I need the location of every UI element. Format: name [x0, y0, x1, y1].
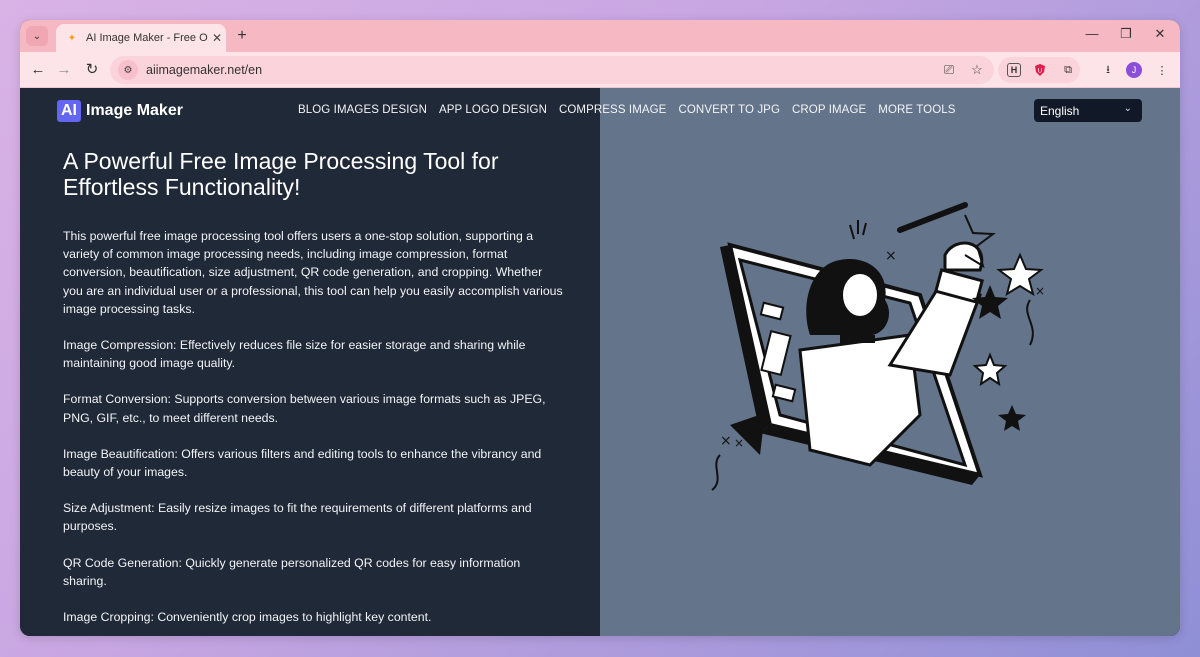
cast-icon[interactable]: ⎚	[938, 62, 960, 78]
site-info-icon[interactable]: ⚙	[118, 60, 138, 80]
tab-title: AI Image Maker - Free Online D	[86, 32, 208, 44]
feature-format-conversion: Format Conversion: Supports conversion b…	[63, 392, 546, 425]
active-tab[interactable]: ✦ AI Image Maker - Free Online D ✕	[56, 24, 226, 52]
logo-text: Image Maker	[86, 102, 183, 119]
logo-badge: AI	[57, 100, 81, 122]
language-select[interactable]: English ⌄	[1034, 99, 1142, 122]
feature-compression: Image Compression: Effectively reduces f…	[63, 338, 526, 371]
download-icon[interactable]: ⭳	[1098, 60, 1118, 80]
back-button[interactable]: ←	[28, 60, 48, 80]
nav-app-logo-design[interactable]: APP LOGO DESIGN	[439, 104, 547, 116]
svg-text:×: ×	[885, 248, 897, 264]
forward-button[interactable]: →	[54, 60, 74, 80]
tab-search-button[interactable]: ⌄	[26, 26, 48, 46]
nav-compress-image[interactable]: COMPRESS IMAGE	[559, 104, 666, 116]
tab-strip: ⌄ ✦ AI Image Maker - Free Online D ✕ + —…	[20, 20, 1180, 52]
page-title: A Powerful Free Image Processing Tool fo…	[63, 148, 499, 200]
nav-blog-images-design[interactable]: BLOG IMAGES DESIGN	[298, 104, 427, 116]
intro-paragraph: This powerful free image processing tool…	[63, 229, 563, 316]
nav-convert-to-jpg[interactable]: CONVERT TO JPG	[678, 104, 780, 116]
site-logo[interactable]: AI Image Maker	[57, 100, 183, 122]
feature-cropping: Image Cropping: Conveniently crop images…	[63, 610, 432, 625]
address-bar[interactable]: ⚙ aiimagemaker.net/en ⎚ ☆	[110, 56, 994, 84]
restore-button[interactable]: ❐	[1116, 26, 1136, 42]
extension-h-icon[interactable]: H	[1004, 60, 1024, 80]
minimize-button[interactable]: —	[1082, 26, 1102, 41]
main-nav: BLOG IMAGES DESIGN APP LOGO DESIGN COMPR…	[298, 104, 956, 116]
reload-button[interactable]: ↻	[82, 60, 102, 80]
hero-illustration: × × × ×	[711, 202, 1045, 491]
nav-more-tools[interactable]: MORE TOOLS	[878, 104, 955, 116]
language-value: English	[1040, 103, 1080, 118]
svg-text:×: ×	[734, 436, 744, 450]
puzzle-extensions-icon[interactable]: ⧉	[1058, 60, 1078, 80]
main-content: A Powerful Free Image Processing Tool fo…	[63, 148, 563, 636]
nav-crop-image[interactable]: CROP IMAGE	[792, 104, 866, 116]
feature-beautification: Image Beautification: Offers various fil…	[63, 446, 542, 480]
site-header: AI Image Maker BLOG IMAGES DESIGN APP LO…	[20, 88, 1180, 136]
close-window-button[interactable]: ✕	[1150, 26, 1170, 42]
site-favicon-icon: ✦	[67, 32, 77, 44]
new-tab-button[interactable]: +	[232, 26, 252, 46]
feature-size-adjustment: Size Adjustment: Easily resize images to…	[63, 501, 532, 534]
menu-kebab-icon[interactable]: ⋮	[1152, 60, 1172, 80]
bookmark-star-icon[interactable]: ☆	[966, 62, 988, 78]
svg-text:×: ×	[1035, 284, 1045, 298]
svg-text:U: U	[1038, 68, 1042, 75]
url-text[interactable]: aiimagemaker.net/en	[146, 63, 938, 77]
svg-text:×: ×	[720, 433, 732, 449]
chevron-down-icon: ⌄	[1123, 103, 1132, 114]
shield-extension-icon[interactable]: U	[1030, 60, 1050, 80]
feature-qr-code: QR Code Generation: Quickly generate per…	[63, 555, 521, 588]
browser-toolbar: ← → ↻ ⚙ aiimagemaker.net/en ⎚ ☆ H U ⧉ ⭳ …	[20, 52, 1180, 88]
profile-avatar[interactable]: J	[1126, 62, 1142, 78]
tab-close-icon[interactable]: ✕	[208, 31, 226, 45]
